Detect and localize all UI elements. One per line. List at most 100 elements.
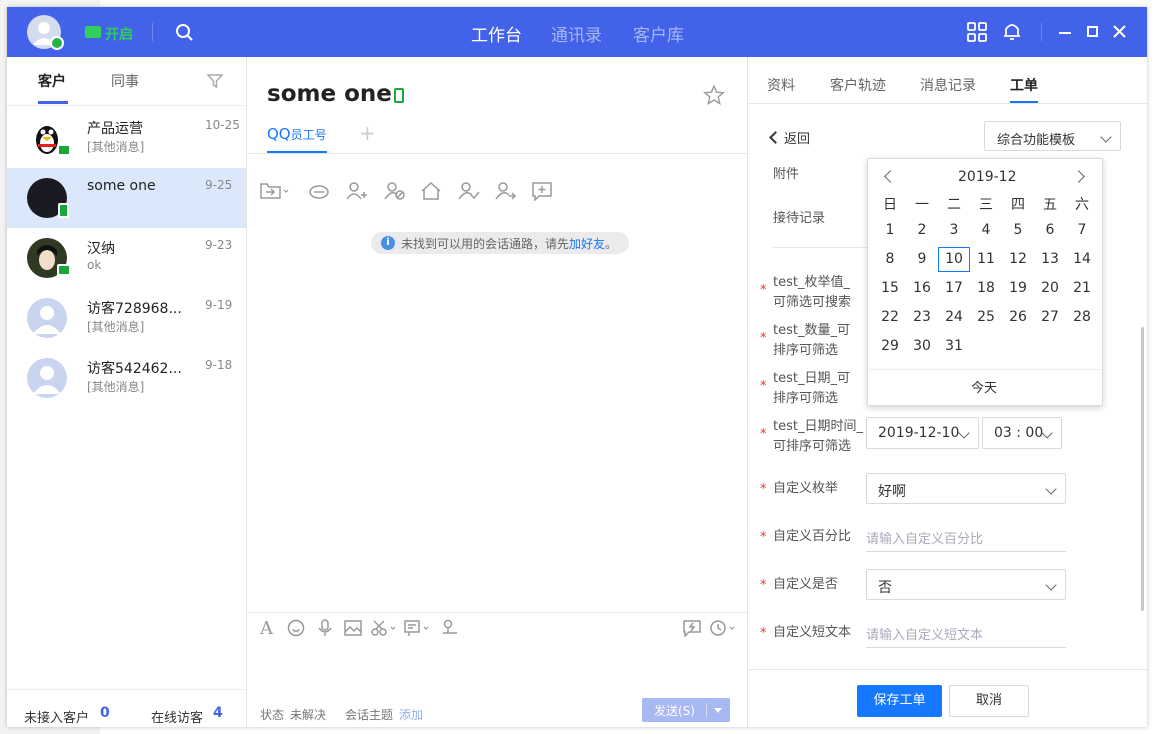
- quick-phrase-icon[interactable]: [682, 619, 702, 637]
- block-user-icon[interactable]: [383, 181, 407, 201]
- calendar-day[interactable]: 11: [970, 247, 1002, 272]
- user-card-icon[interactable]: [439, 619, 461, 637]
- calendar-day[interactable]: 24: [938, 305, 970, 330]
- online-visitors-count[interactable]: 4: [213, 705, 223, 721]
- quick-reply-icon[interactable]: [403, 619, 433, 637]
- transfer-folder-icon[interactable]: [260, 181, 290, 201]
- today-button[interactable]: 今天: [971, 377, 997, 396]
- cloud-icon[interactable]: [308, 181, 330, 201]
- send-options-chevron-icon[interactable]: [714, 708, 722, 713]
- calendar-day[interactable]: 28: [1066, 305, 1098, 330]
- filter-icon[interactable]: [207, 74, 223, 88]
- cancel-button[interactable]: 取消: [949, 685, 1029, 717]
- minimize-icon[interactable]: [1059, 32, 1071, 34]
- calendar-day[interactable]: 16: [906, 276, 938, 301]
- status-value[interactable]: 未解决: [290, 706, 326, 723]
- font-icon[interactable]: A: [260, 618, 273, 639]
- calendar-day[interactable]: 27: [1034, 305, 1066, 330]
- tab-message-history[interactable]: 消息记录: [920, 75, 976, 95]
- calendar-day[interactable]: 4: [970, 218, 1002, 243]
- conversation-item[interactable]: 访客728968... [其他消息] 9-19: [7, 288, 246, 348]
- nav-customer-base[interactable]: 客户库: [633, 21, 684, 46]
- user-check-icon[interactable]: [457, 181, 481, 201]
- divider: [152, 23, 153, 41]
- calendar-day[interactable]: 21: [1066, 276, 1098, 301]
- screenshot-scissors-icon[interactable]: [370, 619, 398, 637]
- add-note-icon[interactable]: [531, 181, 553, 201]
- apps-grid-icon[interactable]: [967, 22, 987, 42]
- datetime-time-select[interactable]: 03 : 00: [982, 417, 1062, 449]
- add-friend-link[interactable]: 加好友: [569, 237, 605, 251]
- calendar-day[interactable]: 5: [1002, 218, 1034, 243]
- tab-profile[interactable]: 资料: [767, 75, 795, 95]
- tab-qq[interactable]: QQ员工号: [267, 125, 327, 143]
- calendar-day[interactable]: 13: [1034, 247, 1066, 272]
- calendar-day[interactable]: 18: [970, 276, 1002, 301]
- calendar-day[interactable]: 3: [938, 218, 970, 243]
- calendar-day[interactable]: 7: [1066, 218, 1098, 243]
- scrollbar[interactable]: [1141, 327, 1144, 611]
- calendar-day-selected[interactable]: 10: [938, 247, 970, 272]
- history-clock-icon[interactable]: [709, 619, 739, 637]
- calendar-day[interactable]: 20: [1034, 276, 1066, 301]
- calendar-day[interactable]: 29: [874, 334, 906, 359]
- conversation-item[interactable]: 产品运营 [其他消息] 10-25: [7, 108, 246, 168]
- image-icon[interactable]: [343, 619, 363, 637]
- nav-contacts[interactable]: 通讯录: [551, 21, 602, 46]
- tab-customers[interactable]: 客户: [38, 71, 66, 91]
- chat-title: some one: [267, 81, 392, 107]
- calendar-day[interactable]: 26: [1002, 305, 1034, 330]
- microphone-icon[interactable]: [317, 619, 333, 637]
- calendar-day[interactable]: 6: [1034, 218, 1066, 243]
- calendar-day[interactable]: 25: [970, 305, 1002, 330]
- maximize-icon[interactable]: [1087, 26, 1098, 37]
- add-channel-button[interactable]: +: [359, 121, 376, 145]
- conversation-item[interactable]: 汉纳 ok 9-23: [7, 228, 246, 288]
- tab-colleagues[interactable]: 同事: [111, 71, 139, 91]
- datetime-date-select[interactable]: 2019-12-10: [866, 417, 979, 449]
- emoji-icon[interactable]: [287, 619, 305, 637]
- add-user-icon[interactable]: [345, 181, 369, 201]
- calendar-day[interactable]: 31: [938, 334, 970, 359]
- tab-customer-trail[interactable]: 客户轨迹: [830, 75, 886, 95]
- unaccepted-label[interactable]: 未接入客户: [24, 707, 89, 726]
- template-select[interactable]: 综合功能模板: [984, 121, 1121, 151]
- save-ticket-button[interactable]: 保存工单: [857, 685, 942, 717]
- user-transfer-icon[interactable]: [494, 181, 518, 201]
- prev-month-chevron-icon[interactable]: [884, 170, 897, 183]
- calendar-day[interactable]: 14: [1066, 247, 1098, 272]
- calendar-day[interactable]: 17: [938, 276, 970, 301]
- unaccepted-count[interactable]: 0: [100, 705, 110, 721]
- conversation-item[interactable]: 访客542462... [其他消息] 9-18: [7, 348, 246, 408]
- search-icon[interactable]: [175, 23, 193, 41]
- tab-ticket[interactable]: 工单: [1010, 75, 1038, 95]
- calendar-day[interactable]: 9: [906, 247, 938, 272]
- custom-text-input[interactable]: 请输入自定义短文本: [866, 617, 1066, 648]
- custom-percent-input[interactable]: 请输入自定义百分比: [866, 521, 1066, 552]
- home-icon[interactable]: [420, 181, 444, 201]
- next-month-chevron-icon[interactable]: [1072, 170, 1085, 183]
- send-button[interactable]: 发送(S): [642, 698, 730, 722]
- conversation-item-selected[interactable]: some one 9-25: [7, 168, 246, 228]
- calendar-day[interactable]: 12: [1002, 247, 1034, 272]
- calendar-day[interactable]: 22: [874, 305, 906, 330]
- bell-icon[interactable]: [1003, 21, 1021, 41]
- calendar-day[interactable]: 2: [906, 218, 938, 243]
- star-icon[interactable]: [703, 84, 725, 106]
- calendar-day[interactable]: 23: [906, 305, 938, 330]
- field-label-datetime: test_日期时间_可排序可筛选: [773, 419, 863, 454]
- custom-bool-select[interactable]: 否: [866, 569, 1066, 600]
- close-icon[interactable]: [1113, 25, 1126, 38]
- online-visitors-label[interactable]: 在线访客: [151, 707, 203, 726]
- nav-workbench[interactable]: 工作台: [471, 21, 522, 46]
- calendar-day[interactable]: 19: [1002, 276, 1034, 301]
- calendar-day[interactable]: 8: [874, 247, 906, 272]
- calendar-day[interactable]: 30: [906, 334, 938, 359]
- custom-enum-select[interactable]: 好啊: [866, 473, 1066, 504]
- conversation-name: 访客728968...: [87, 301, 182, 317]
- field-label-enum: test_枚举值_可筛选可搜索: [773, 275, 852, 310]
- conversation-date: 9-18: [205, 358, 233, 372]
- calendar-day[interactable]: 15: [874, 276, 906, 301]
- calendar-day[interactable]: 1: [874, 218, 906, 243]
- topic-add-link[interactable]: 添加: [399, 706, 423, 723]
